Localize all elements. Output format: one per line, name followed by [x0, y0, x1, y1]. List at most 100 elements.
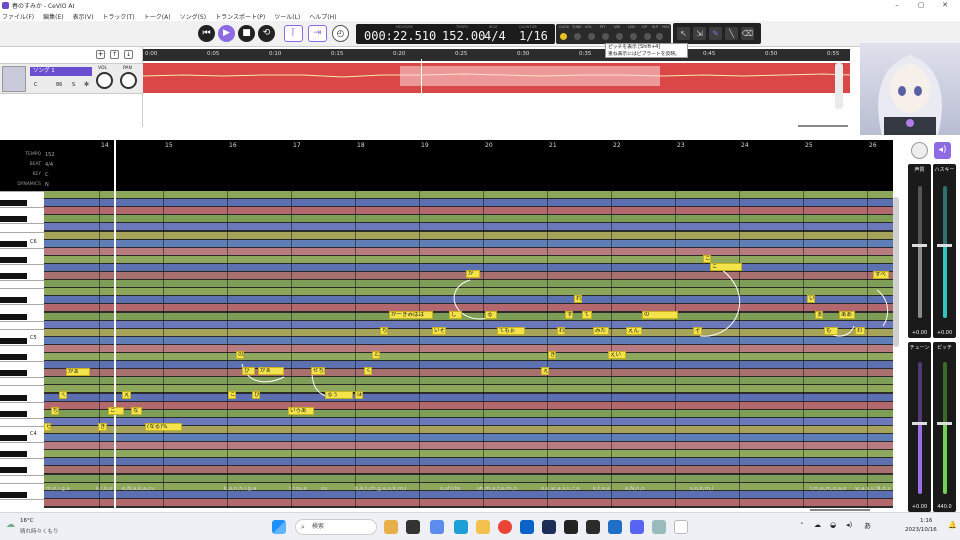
teams-icon[interactable]: [430, 520, 444, 534]
note[interactable]: がぁ: [258, 367, 284, 375]
phoneme-label[interactable]: k,o,n,h,i,g,a: [224, 486, 256, 492]
note[interactable]: るぅ: [325, 391, 353, 399]
note[interactable]: の: [236, 351, 244, 359]
volume-knob[interactable]: [96, 72, 113, 89]
black-key[interactable]: [0, 273, 27, 279]
note[interactable]: こ: [108, 407, 124, 415]
black-key[interactable]: [0, 491, 27, 498]
pitch-row[interactable]: [44, 361, 893, 370]
black-key[interactable]: [0, 410, 27, 417]
weather-icon[interactable]: ☁: [6, 520, 15, 530]
speaker-icon[interactable]: ◂): [934, 142, 951, 159]
black-key[interactable]: [0, 313, 27, 320]
timeline-playhead[interactable]: [421, 59, 422, 125]
reset-circle-icon[interactable]: [911, 142, 928, 159]
pitch-row[interactable]: [44, 207, 893, 216]
volume-icon[interactable]: ◂): [846, 521, 852, 529]
timeline-zoom-slider[interactable]: [798, 125, 848, 127]
pitch-row[interactable]: [44, 458, 893, 467]
menu-help[interactable]: ヘルプ(H): [309, 12, 336, 21]
eraser-tool-icon[interactable]: ⌫: [741, 27, 754, 40]
menu-edit[interactable]: 編集(E): [43, 12, 63, 21]
auto-scroll-icon[interactable]: ⇥: [308, 25, 327, 42]
black-key[interactable]: [0, 297, 27, 304]
note[interactable]: る: [485, 311, 497, 319]
track-name[interactable]: ソング 1: [30, 67, 92, 76]
pitch-row[interactable]: [44, 215, 893, 224]
note[interactable]: れ: [574, 295, 582, 303]
edge-icon[interactable]: [454, 520, 468, 534]
note[interactable]: がーきみはは: [389, 311, 433, 319]
pitch-row[interactable]: [44, 409, 893, 418]
pitch-row[interactable]: [44, 369, 893, 378]
black-key[interactable]: [0, 200, 27, 207]
store-icon[interactable]: [608, 520, 622, 534]
phoneme-label[interactable]: sh,m,a,t,e,m,o: [477, 486, 517, 492]
key-value[interactable]: C: [45, 172, 49, 178]
stop-icon[interactable]: ■: [238, 25, 255, 42]
time-ruler[interactable]: 0:000:050:100:150:200:250:300:350:400:45…: [143, 49, 850, 61]
vib-toggle-icon[interactable]: [616, 33, 623, 40]
line-tool-icon[interactable]: ╲: [725, 27, 738, 40]
note[interactable]: て: [582, 311, 592, 319]
voice-quality-slider[interactable]: 声質 +0.00: [908, 164, 931, 338]
pitch-row[interactable]: [44, 255, 893, 264]
taskbar-search[interactable]: ⌕ 検索: [295, 519, 377, 535]
pitch-row[interactable]: [44, 490, 893, 499]
black-key[interactable]: [0, 216, 27, 223]
cloud-icon[interactable]: ☁: [814, 521, 821, 529]
pitch-row[interactable]: [44, 466, 893, 475]
note[interactable]: ま: [815, 311, 823, 319]
dynamics-value[interactable]: N: [45, 182, 49, 188]
note[interactable]: ああ: [839, 311, 855, 319]
pitch-row[interactable]: [44, 401, 893, 410]
clock-time[interactable]: 1:16: [920, 518, 932, 524]
phoneme-label[interactable]: cu: [321, 486, 328, 492]
phoneme-label[interactable]: o,shi,te: [440, 486, 460, 492]
hus-toggle-icon[interactable]: [656, 33, 663, 40]
black-key[interactable]: [0, 370, 27, 377]
pitch-row[interactable]: [44, 239, 893, 248]
click-toggle-icon[interactable]: [560, 33, 567, 40]
menu-talk[interactable]: トーク(A): [144, 12, 171, 21]
note[interactable]: ら: [44, 423, 51, 431]
cevio-icon[interactable]: [564, 520, 578, 534]
phoneme-label[interactable]: e,N,a,k,a,cu: [122, 486, 155, 492]
black-key[interactable]: [0, 451, 27, 458]
note[interactable]: く: [59, 391, 67, 399]
menu-song[interactable]: ソング(S): [180, 12, 207, 21]
start-icon[interactable]: [272, 520, 286, 534]
pitch-row[interactable]: [44, 385, 893, 394]
note-grid[interactable]: [44, 191, 893, 508]
app-icon-widgets[interactable]: [384, 520, 398, 534]
menu-file[interactable]: ファイル(F): [2, 12, 34, 21]
punch-in-icon[interactable]: ⌈: [284, 25, 303, 42]
note[interactable]: く: [364, 367, 372, 375]
black-key[interactable]: [0, 467, 27, 474]
note[interactable]: こ: [228, 391, 236, 399]
menu-transport[interactable]: トランスポート(P): [215, 12, 265, 21]
phoneme-label[interactable]: k,i,k,o: [96, 486, 113, 492]
gp-toggle-icon[interactable]: [644, 33, 651, 40]
note[interactable]: わ: [557, 327, 565, 335]
wifi-icon[interactable]: ◒: [830, 521, 836, 529]
pitch-row[interactable]: [44, 280, 893, 289]
black-key[interactable]: [0, 354, 27, 360]
pitch-row[interactable]: [44, 474, 893, 483]
track-row-song-1[interactable]: ソング 1 VOL PAN C 86 S ✻: [0, 63, 143, 94]
pitch-row[interactable]: [44, 304, 893, 313]
note[interactable]: き: [548, 351, 556, 359]
piano-roll-playhead[interactable]: [114, 140, 116, 508]
black-key[interactable]: [0, 240, 27, 247]
phoneme-label[interactable]: s,o,k,m,i: [690, 486, 713, 492]
track-solo[interactable]: S: [72, 82, 75, 88]
metronome-icon[interactable]: ◴: [332, 25, 349, 42]
timeline-vscroll[interactable]: [835, 63, 843, 109]
move-up-icon[interactable]: ↑: [110, 50, 119, 59]
tray-chevron-icon[interactable]: ˄: [800, 522, 804, 530]
note[interactable]: てもぉ: [497, 327, 525, 335]
rewind-icon[interactable]: ⏮: [198, 25, 215, 42]
pan-knob[interactable]: [120, 72, 137, 89]
maximize-icon[interactable]: ▢: [912, 0, 930, 11]
file-explorer-icon[interactable]: [476, 520, 490, 534]
